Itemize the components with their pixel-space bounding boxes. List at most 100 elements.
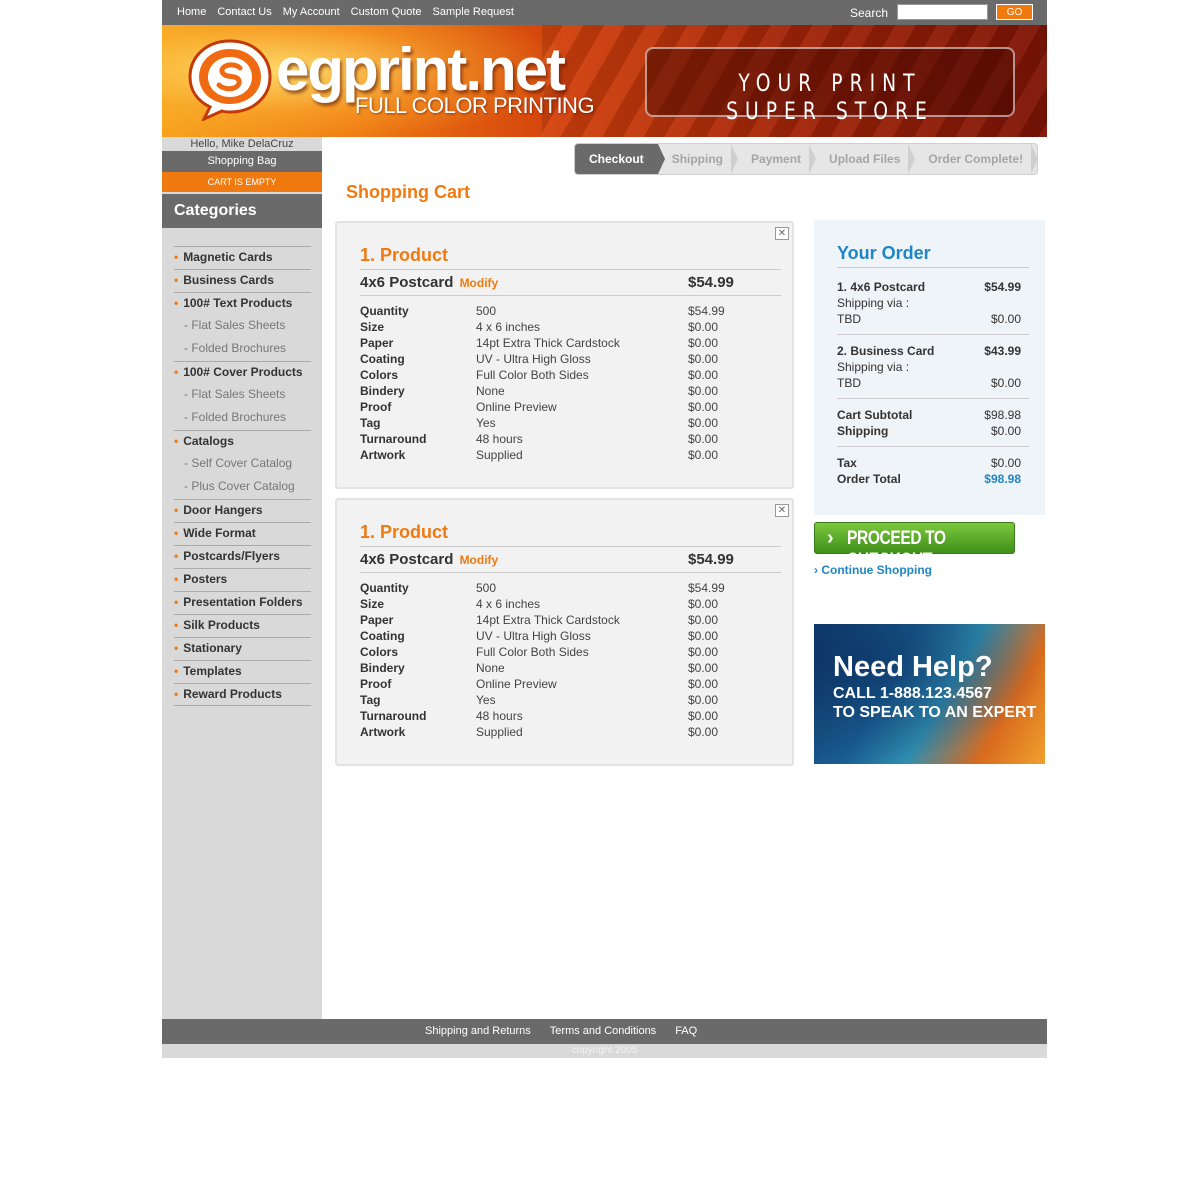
spec-price: $0.00 xyxy=(688,400,719,414)
spec-value: Full Color Both Sides xyxy=(476,645,589,659)
spec-key: Turnaround xyxy=(360,709,427,723)
remove-item-icon[interactable]: ✕ xyxy=(775,227,789,240)
footer-shipping-link[interactable]: Shipping and Returns xyxy=(425,1025,531,1037)
category-label: Presentation Folders xyxy=(183,595,303,609)
spec-row: Quantity 500 $54.99 xyxy=(360,581,781,597)
spec-price: $0.00 xyxy=(688,677,719,691)
category-list: • Magnetic Cards • Business Cards • 100# Text… xyxy=(174,246,311,706)
top-nav: Home Contact Us My Account Custom Quote … xyxy=(177,6,514,18)
search-go-button[interactable]: GO xyxy=(996,4,1033,20)
nav-custom-quote-link[interactable]: Custom Quote xyxy=(351,6,422,18)
modify-link[interactable]: Modify xyxy=(460,276,499,290)
category-label: Stationary xyxy=(183,641,242,655)
category-item[interactable]: • Reward Products xyxy=(174,683,311,706)
bullet-icon: • xyxy=(174,296,179,310)
category-item[interactable]: • Posters xyxy=(174,568,311,591)
remove-item-icon[interactable]: ✕ xyxy=(775,504,789,517)
step-upload-files[interactable]: Upload Files xyxy=(815,144,916,174)
footer-terms-link[interactable]: Terms and Conditions xyxy=(550,1025,656,1037)
step-payment[interactable]: Payment xyxy=(737,144,817,174)
nav-home-link[interactable]: Home xyxy=(177,6,206,18)
spec-row: Tag Yes $0.00 xyxy=(360,693,781,709)
spec-row: Turnaround 48 hours $0.00 xyxy=(360,709,781,725)
nav-sample-request-link[interactable]: Sample Request xyxy=(433,6,514,18)
nav-account-link[interactable]: My Account xyxy=(283,6,340,18)
step-shipping[interactable]: Shipping xyxy=(658,144,739,174)
category-item[interactable]: • Catalogs xyxy=(174,430,311,453)
subcategory-item[interactable]: - Self Cover Catalog xyxy=(174,453,311,476)
spec-key: Proof xyxy=(360,400,392,414)
bullet-icon: • xyxy=(174,641,179,655)
top-bar: Home Contact Us My Account Custom Quote … xyxy=(162,0,1047,25)
spec-key: Size xyxy=(360,597,385,611)
spec-price: $0.00 xyxy=(688,629,719,643)
shopping-bag-link[interactable]: Shopping Bag xyxy=(162,151,322,172)
category-label: Postcards/Flyers xyxy=(183,549,280,563)
category-item[interactable]: • Door Hangers xyxy=(174,499,311,522)
header-banner: egprint.net FULL COLOR PRINTING YOUR PRI… xyxy=(162,25,1047,137)
product-name-row: 4x6 Postcard Modify $54.99 xyxy=(360,546,781,573)
step-order-complete[interactable]: Order Complete! xyxy=(914,144,1038,174)
category-item[interactable]: • Presentation Folders xyxy=(174,591,311,614)
category-item[interactable]: • 100# Text Products xyxy=(174,292,311,315)
order-item-name: 1. 4x6 Postcard xyxy=(837,280,926,294)
subcategory-item[interactable]: - Flat Sales Sheets xyxy=(174,384,311,407)
spec-row: Proof Online Preview $0.00 xyxy=(360,677,781,693)
category-item[interactable]: • Magnetic Cards xyxy=(174,246,311,269)
footer-faq-link[interactable]: FAQ xyxy=(675,1025,697,1037)
modify-link[interactable]: Modify xyxy=(460,553,499,567)
order-summary-title: Your Order xyxy=(837,243,931,263)
help-text: TO SPEAK TO AN EXPERT xyxy=(833,704,1037,721)
cart-status: CART IS EMPTY xyxy=(162,172,322,192)
category-item[interactable]: • Stationary xyxy=(174,637,311,660)
order-summary: Your Order 1. 4x6 Postcard $54.99 Shippi… xyxy=(814,220,1045,515)
product-name-row: 4x6 Postcard Modify $54.99 xyxy=(360,269,781,296)
search-label: Search xyxy=(850,6,889,20)
spec-row: Turnaround 48 hours $0.00 xyxy=(360,432,781,448)
shipping-price: $0.00 xyxy=(990,312,1021,326)
spec-row: Bindery None $0.00 xyxy=(360,384,781,400)
subcategory-item[interactable]: - Flat Sales Sheets xyxy=(174,315,311,338)
search-input[interactable] xyxy=(897,4,988,20)
continue-shopping-link[interactable]: › Continue Shopping xyxy=(814,563,932,577)
spec-price: $0.00 xyxy=(688,448,719,462)
bullet-icon: • xyxy=(174,365,179,379)
bullet-icon: • xyxy=(174,687,179,701)
product-specs: Quantity 500 $54.99 Size 4 x 6 inches $0.00 Pa… xyxy=(360,581,781,741)
spec-row: Artwork Supplied $0.00 xyxy=(360,725,781,741)
product-name: 4x6 Postcard xyxy=(360,551,454,568)
page-title: Shopping Cart xyxy=(346,182,470,202)
category-item[interactable]: • Postcards/Flyers xyxy=(174,545,311,568)
nav-contact-link[interactable]: Contact Us xyxy=(217,6,271,18)
category-label: Posters xyxy=(183,572,228,586)
greeting: Hello, Mike DelaCruz xyxy=(162,137,322,151)
help-heading: Need Help? xyxy=(833,651,993,683)
help-banner[interactable]: Need Help? CALL 1-888.123.4567 TO SPEAK … xyxy=(814,624,1045,764)
spec-key: Tag xyxy=(360,416,381,430)
category-item[interactable]: • 100# Cover Products xyxy=(174,361,311,384)
category-item[interactable]: • Templates xyxy=(174,660,311,683)
spec-value: UV - Ultra High Gloss xyxy=(476,352,591,366)
shipping-via-label: Shipping via : xyxy=(837,360,910,374)
spec-price: $0.00 xyxy=(688,597,719,611)
category-item[interactable]: • Wide Format xyxy=(174,522,311,545)
spec-price: $0.00 xyxy=(688,661,719,675)
spec-key: Colors xyxy=(360,645,399,659)
category-label: 100# Text Products xyxy=(183,296,293,310)
proceed-to-checkout-button[interactable]: › PROCEED TO CHECKOUT xyxy=(814,522,1015,571)
bullet-icon: • xyxy=(174,503,179,517)
chevron-right-icon: › xyxy=(814,563,818,577)
category-item[interactable]: • Silk Products xyxy=(174,614,311,637)
subcategory-item[interactable]: - Plus Cover Catalog xyxy=(174,476,311,499)
spec-value: 500 xyxy=(476,581,497,595)
help-phone: CALL 1-888.123.4567 xyxy=(833,685,992,702)
logo-icon[interactable] xyxy=(184,35,276,121)
spec-price: $0.00 xyxy=(688,384,719,398)
category-item[interactable]: • Business Cards xyxy=(174,269,311,292)
bullet-icon: • xyxy=(174,273,179,287)
subcategory-item[interactable]: - Folded Brochures xyxy=(174,338,311,361)
step-checkout[interactable]: Checkout xyxy=(575,144,665,174)
spec-row: Quantity 500 $54.99 xyxy=(360,304,781,320)
spec-price: $0.00 xyxy=(688,709,719,723)
subcategory-item[interactable]: - Folded Brochures xyxy=(174,407,311,430)
